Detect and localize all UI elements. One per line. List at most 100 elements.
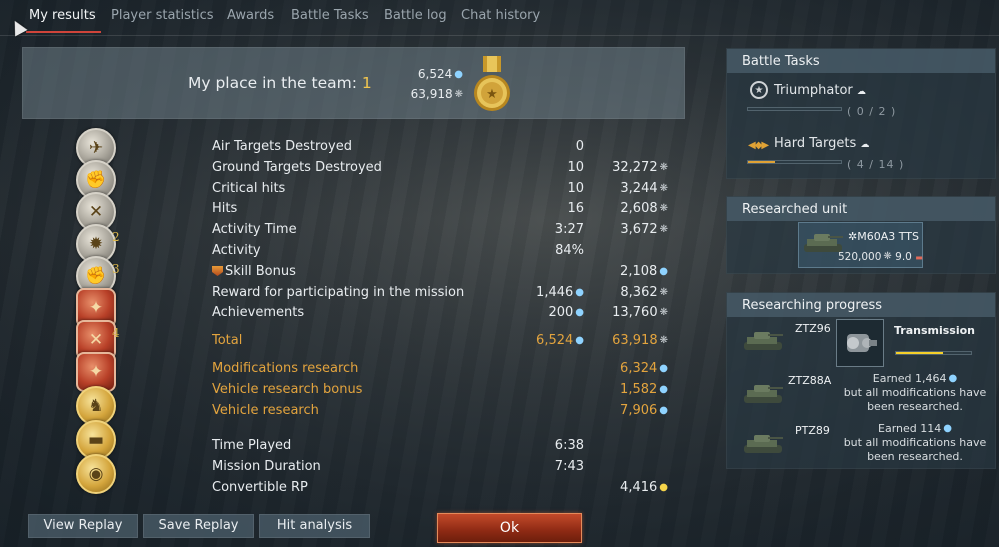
convertible-rp-icon: ●: [659, 482, 668, 493]
stat-label: Activity: [212, 243, 261, 258]
task-triumphator[interactable]: Triumphator ☁: [774, 83, 866, 98]
total-label: Total: [212, 333, 243, 348]
tab-player-statistics[interactable]: Player statistics: [111, 8, 214, 23]
tab-battle-log[interactable]: Battle log: [384, 8, 447, 23]
vehicle-name: PTZ89: [795, 424, 830, 437]
silver-lions-icon: ●: [659, 266, 668, 277]
researched-unit-cost: 520,000 ❋ 9.0 ▬: [838, 251, 923, 263]
stat-value: 3:27: [554, 222, 584, 237]
stat-label: Critical hits: [212, 181, 286, 196]
researched-unit-name: ✲M60A3 TTS: [848, 230, 919, 243]
award-count-2: 2: [112, 230, 120, 244]
vehicle-name: ZTZ96: [795, 322, 831, 335]
team-place-summary: My place in the team: 1 6,524 ● 63,918 ❋ ★: [22, 47, 685, 119]
vehicle-research-note: Earned 1,464 ● but all modifications have …: [843, 372, 987, 413]
vehicle-name: ZTZ88A: [788, 374, 832, 387]
time-value: 6:38: [554, 438, 584, 453]
svg-text:★: ★: [486, 87, 498, 102]
task-hard-targets[interactable]: Hard Targets ☁: [774, 136, 869, 151]
stat-rp-value: 3,244 ❋: [620, 181, 668, 196]
stat-rp-value: 3,672 ❋: [620, 222, 668, 237]
stat-value: 10: [567, 181, 584, 196]
hit-analysis-button[interactable]: Hit analysis: [259, 514, 370, 538]
research-label: Vehicle research: [212, 403, 319, 418]
award-medal-11-icon[interactable]: ◉: [76, 454, 116, 494]
module-progress-bar: [895, 351, 972, 355]
time-label: Time Played: [212, 438, 292, 453]
view-replay-button[interactable]: View Replay: [28, 514, 138, 538]
silver-lions-icon: ●: [454, 69, 463, 80]
research-value: 1,582 ●: [620, 382, 668, 397]
cloud-icon: ☁: [856, 87, 866, 97]
tab-awards[interactable]: Awards: [227, 8, 274, 23]
transmission-module-icon[interactable]: [836, 319, 884, 367]
tab-battle-tasks[interactable]: Battle Tasks: [291, 8, 369, 23]
time-value: 7:43: [554, 459, 584, 474]
task-progress-bar: [747, 107, 842, 111]
research-points-icon: ❋: [659, 162, 668, 173]
research-label: Modifications research: [212, 361, 359, 376]
research-points-icon: ❋: [659, 335, 668, 346]
stat-label: Activity Time: [212, 222, 297, 237]
award-count-3: 3: [112, 262, 120, 276]
save-replay-button[interactable]: Save Replay: [143, 514, 254, 538]
silver-lions-icon: ●: [659, 384, 668, 395]
stat-label-skill-bonus: Skill Bonus: [212, 264, 296, 279]
ok-button[interactable]: Ok: [437, 513, 582, 543]
time-label: Mission Duration: [212, 459, 321, 474]
research-points-icon: ❋: [659, 224, 668, 235]
summary-silver-lions: 6,524 ●: [417, 67, 463, 81]
total-sl-value: 6,524 ●: [536, 333, 584, 348]
research-value: 6,324 ●: [620, 361, 668, 376]
summary-research-points: 63,918 ❋: [410, 87, 463, 101]
research-label: Vehicle research bonus: [212, 382, 363, 397]
research-points-icon: ❋: [659, 183, 668, 194]
silver-lions-icon: ●: [659, 363, 668, 374]
stat-value: 10: [567, 160, 584, 175]
active-tab-underline: [26, 31, 101, 33]
stat-label: Hits: [212, 201, 238, 216]
convertible-rp-value: 4,416 ●: [620, 480, 668, 495]
team-place-label: My place in the team: 1: [188, 74, 372, 92]
stat-sl-value: 200 ●: [548, 305, 584, 320]
stat-value: 16: [567, 201, 584, 216]
tank-icon: [744, 435, 783, 453]
task-progress-text: ( 4 / 14 ): [847, 158, 905, 171]
tank-icon: [744, 385, 783, 403]
stat-value: 84%: [555, 243, 584, 258]
stat-sl-value: 2,108 ●: [620, 264, 668, 279]
task-progress-bar: [747, 160, 842, 164]
task-progress-text: ( 0 / 2 ): [847, 105, 897, 118]
stat-rp-value: 2,608 ❋: [620, 201, 668, 216]
stat-sl-value: 1,446 ●: [536, 285, 584, 300]
team-place-value: 1: [361, 74, 372, 92]
silver-lions-icon: ●: [659, 405, 668, 416]
stat-label: Reward for participating in the mission: [212, 285, 465, 300]
tank-icon: [744, 332, 783, 350]
tab-my-results[interactable]: My results: [29, 8, 96, 23]
award-count-4: 4: [112, 326, 120, 340]
stat-rp-value: 32,272 ❋: [612, 160, 668, 175]
module-name: Transmission: [894, 324, 976, 337]
stat-label: Ground Targets Destroyed: [212, 160, 382, 175]
tab-chat-history[interactable]: Chat history: [461, 8, 540, 23]
research-value: 7,906 ●: [620, 403, 668, 418]
battle-tasks-title: Battle Tasks: [727, 49, 995, 73]
tab-bar: My results Player statistics Awards Batt…: [0, 0, 999, 36]
stat-label: Air Targets Destroyed: [212, 139, 352, 154]
research-points-icon: ❋: [659, 307, 668, 318]
research-points-icon: ❋: [659, 287, 668, 298]
task-wings-icon: ◀◆▶: [748, 140, 769, 151]
researching-progress-title: Researching progress: [727, 293, 995, 317]
research-points-icon: ❋: [454, 89, 463, 100]
first-place-medal-icon: ★: [474, 56, 510, 111]
research-points-icon: ❋: [659, 203, 668, 214]
time-label: Convertible RP: [212, 480, 308, 495]
task-star-icon: ★: [750, 81, 768, 99]
researched-unit-title: Researched unit: [727, 197, 995, 221]
stat-rp-value: 13,760 ❋: [612, 305, 668, 320]
skill-bonus-icon: [212, 266, 223, 276]
vehicle-research-note: Earned 114 ● but all modifications have be…: [843, 422, 987, 463]
stat-value: 0: [575, 139, 584, 154]
total-rp-value: 63,918 ❋: [612, 333, 668, 348]
